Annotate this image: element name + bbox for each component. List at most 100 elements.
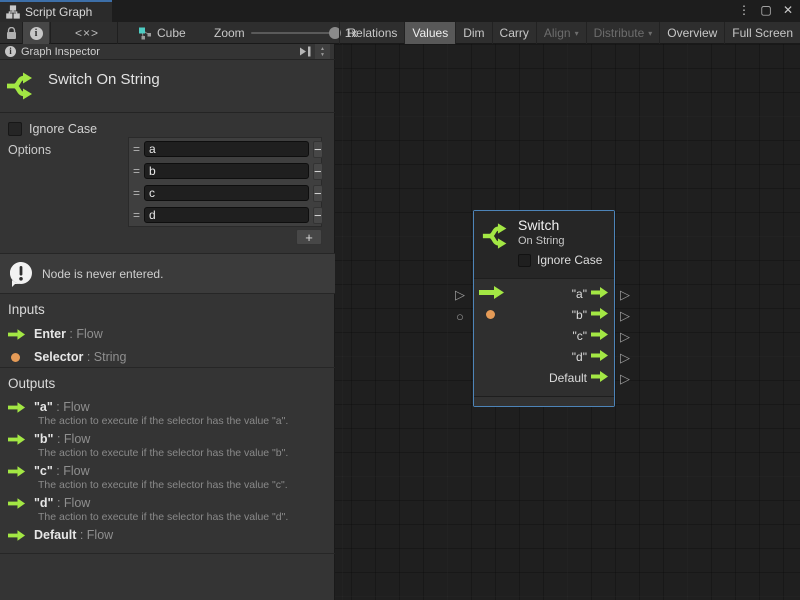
graph-owner-icon — [138, 27, 152, 40]
output-port-icon[interactable] — [591, 371, 609, 385]
lock-icon — [6, 27, 17, 40]
option-row: = − — [129, 182, 321, 204]
output-port-marker[interactable]: ▷ — [620, 351, 630, 364]
options-label: Options — [8, 143, 51, 157]
fullscreen-button[interactable]: Full Screen — [724, 22, 800, 44]
dim-button[interactable]: Dim — [455, 22, 491, 44]
output-port-marker[interactable]: ▷ — [620, 372, 630, 385]
warning-bubble-icon — [8, 261, 34, 287]
panel-scroll-spinner[interactable]: ▲ ▼ — [315, 44, 330, 59]
output-port-icon[interactable] — [591, 329, 609, 343]
switch-on-string-node[interactable]: Switch On String Ignore Case "a" "b" — [473, 210, 615, 407]
graph-inspector-header: i Graph Inspector ▲ ▼ — [0, 44, 335, 60]
node-ignore-case-label: Ignore Case — [537, 253, 602, 267]
distribute-dropdown[interactable]: Distribute▾ — [586, 22, 660, 44]
tab-label: Script Graph — [25, 5, 92, 19]
add-option-row: + — [296, 229, 322, 245]
flow-arrow-icon — [8, 402, 26, 413]
section-divider — [0, 553, 335, 554]
ignore-case-row: Ignore Case — [8, 122, 97, 136]
overview-button[interactable]: Overview — [659, 22, 724, 44]
output-description: The action to execute if the selector ha… — [38, 479, 334, 491]
option-input[interactable] — [144, 163, 309, 179]
tab-script-graph[interactable]: Script Graph — [0, 0, 112, 22]
port-label: Default — [549, 371, 587, 385]
output-description: The action to execute if the selector ha… — [38, 415, 334, 427]
zoom-label: Zoom — [214, 26, 245, 40]
output-item: "c" : Flow The action to execute if the … — [8, 464, 334, 491]
section-divider — [0, 367, 335, 368]
remove-option-button[interactable]: − — [313, 163, 323, 180]
remove-option-button[interactable]: − — [313, 207, 323, 224]
output-port-marker[interactable]: ▷ — [620, 288, 630, 301]
align-dropdown[interactable]: Align▾ — [536, 22, 586, 44]
output-port-marker[interactable]: ▷ — [620, 309, 630, 322]
graph-inspector-title: Graph Inspector — [21, 46, 100, 58]
flow-arrow-icon — [8, 329, 26, 340]
drag-handle-icon[interactable]: = — [133, 208, 140, 222]
drag-handle-icon[interactable]: = — [133, 186, 140, 200]
graph-toolbar: i <×> Cube Zoom 1x Relations Values Dim … — [0, 22, 800, 44]
dock-panel-icon[interactable] — [299, 46, 312, 57]
string-port-icon — [11, 353, 20, 362]
remove-option-button[interactable]: − — [313, 141, 323, 158]
toolbar-separator — [22, 22, 23, 44]
warning-text: Node is never entered. — [42, 267, 163, 281]
ignore-case-label: Ignore Case — [29, 122, 97, 136]
option-row: = − — [129, 160, 321, 182]
inputs-section: Inputs Enter : Flow Selector : String — [8, 302, 328, 373]
options-list: = − = − = − = − — [128, 137, 322, 227]
graph-owner-breadcrumb[interactable]: Cube — [138, 22, 186, 44]
switch-on-string-icon — [6, 69, 38, 106]
port-row: "b" — [474, 304, 614, 325]
chevron-down-icon: ▾ — [648, 29, 652, 38]
relations-button[interactable]: Relations — [339, 22, 404, 44]
option-input[interactable] — [144, 185, 309, 201]
ignore-case-checkbox[interactable] — [8, 122, 22, 136]
output-port-icon[interactable] — [591, 350, 609, 364]
code-icon: <×> — [75, 26, 99, 40]
output-item: Default : Flow — [8, 528, 334, 542]
node-ignore-case-checkbox[interactable] — [518, 254, 531, 267]
port-row: Default — [474, 367, 614, 388]
zoom-slider[interactable] — [251, 32, 339, 34]
carry-button[interactable]: Carry — [492, 22, 536, 44]
outputs-header: Outputs — [8, 376, 334, 391]
flow-arrow-icon — [8, 434, 26, 445]
output-port-icon[interactable] — [591, 287, 609, 301]
window-controls: ⋮ ▢ ✕ — [736, 0, 796, 20]
switch-on-string-icon — [482, 220, 512, 255]
toolbar-separator — [50, 22, 51, 44]
remove-option-button[interactable]: − — [313, 185, 323, 202]
port-row: "a" — [474, 283, 614, 304]
spinner-down-icon[interactable]: ▼ — [320, 52, 325, 58]
graph-canvas[interactable]: ▷ ○ ▷ ▷ ▷ ▷ ▷ Switch On String Ignore — [335, 44, 800, 600]
csharp-preview-button[interactable]: <×> — [58, 22, 116, 44]
graph-inspector-panel: i Graph Inspector ▲ ▼ — [0, 44, 335, 600]
add-option-button[interactable]: + — [296, 229, 322, 245]
enter-port-icon[interactable] — [479, 286, 505, 302]
selector-port-marker[interactable]: ○ — [456, 310, 464, 323]
option-input[interactable] — [144, 141, 309, 157]
enter-port-marker[interactable]: ▷ — [455, 288, 465, 301]
option-input[interactable] — [144, 207, 309, 223]
node-header[interactable]: Switch On String Ignore Case — [474, 211, 614, 279]
output-description: The action to execute if the selector ha… — [38, 511, 334, 523]
input-row-selector: Selector : String — [8, 350, 328, 364]
port-label: "b" — [572, 308, 587, 322]
inputs-header: Inputs — [8, 302, 328, 317]
window-menu-kebab-icon[interactable]: ⋮ — [736, 1, 752, 19]
output-port-marker[interactable]: ▷ — [620, 330, 630, 343]
values-button[interactable]: Values — [404, 22, 455, 44]
unit-title-block: Switch On String — [0, 61, 335, 113]
window-close-icon[interactable]: ✕ — [780, 1, 796, 19]
lock-button[interactable] — [0, 22, 22, 44]
drag-handle-icon[interactable]: = — [133, 164, 140, 178]
output-item: "d" : Flow The action to execute if the … — [8, 496, 334, 523]
output-port-icon[interactable] — [591, 308, 609, 322]
window-maximize-icon[interactable]: ▢ — [758, 1, 774, 19]
drag-handle-icon[interactable]: = — [133, 142, 140, 156]
inspector-toggle-button[interactable]: i — [23, 22, 49, 44]
selector-port-icon[interactable] — [486, 310, 495, 319]
port-label: "a" — [572, 287, 587, 301]
